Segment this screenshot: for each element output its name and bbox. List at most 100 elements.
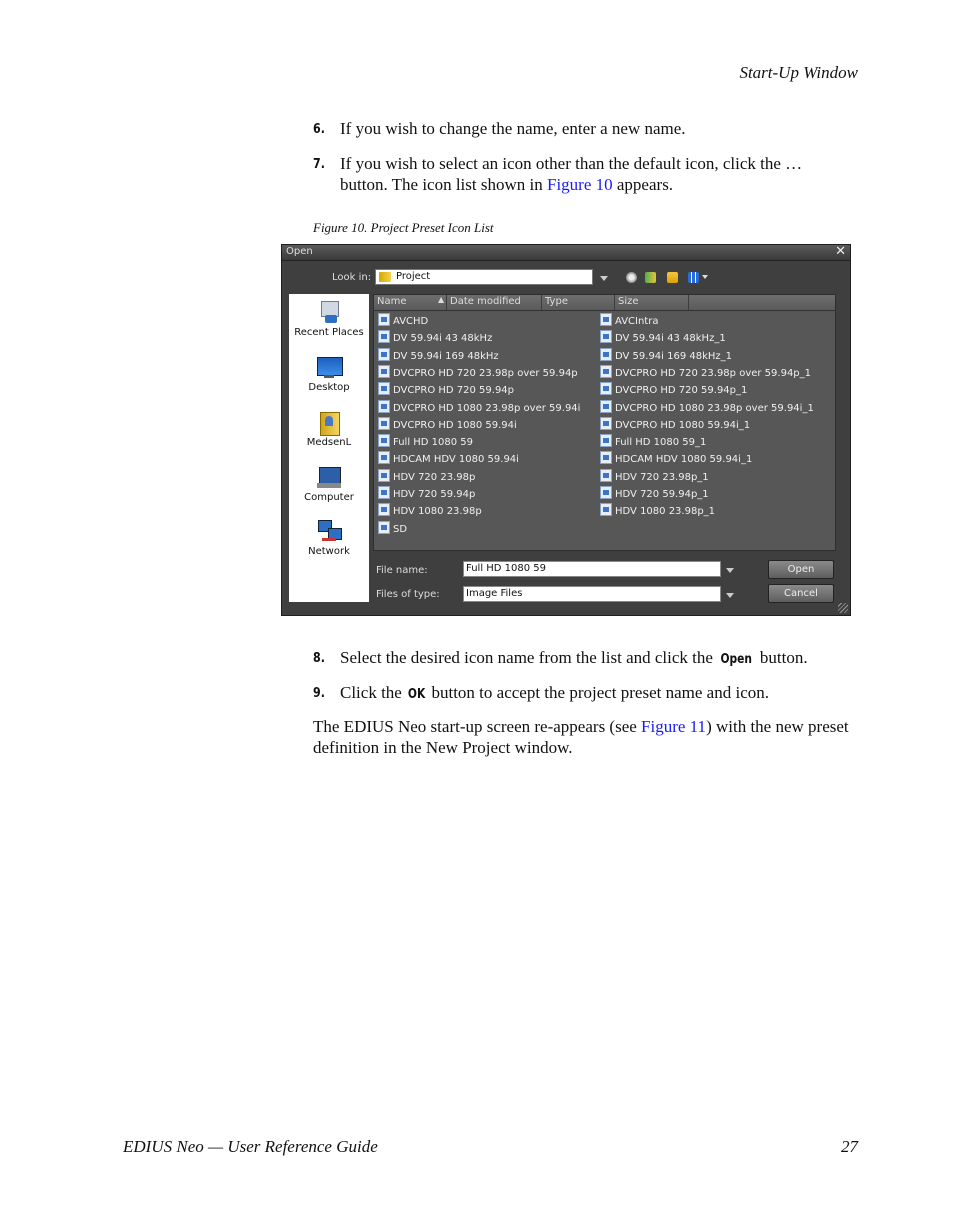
file-item[interactable]: HDV 1080 23.98p_1 bbox=[600, 503, 715, 520]
file-name: DVCPRO HD 720 23.98p over 59.94p bbox=[393, 367, 578, 379]
look-in-dropdown-icon[interactable] bbox=[600, 276, 608, 281]
file-name: HDCAM HDV 1080 59.94i_1 bbox=[615, 454, 753, 466]
file-item[interactable]: HDV 720 59.94p bbox=[378, 486, 475, 503]
open-button[interactable]: Open bbox=[768, 560, 834, 579]
column-divider[interactable] bbox=[688, 295, 689, 310]
file-name: Full HD 1080 59_1 bbox=[615, 437, 707, 449]
place-recent-places[interactable]: Recent Places bbox=[289, 299, 369, 338]
column-divider[interactable] bbox=[446, 295, 447, 310]
figure-caption: Figure 10. Project Preset Icon List bbox=[313, 220, 494, 235]
file-name: HDV 720 59.94p_1 bbox=[615, 489, 709, 500]
file-item[interactable]: DVCPRO HD 1080 59.94i bbox=[378, 416, 517, 434]
file-item[interactable]: DVCPRO HD 720 59.94p_1 bbox=[600, 382, 747, 399]
new-folder-icon[interactable] bbox=[667, 272, 678, 283]
preset-file-icon bbox=[600, 468, 612, 482]
place-network[interactable]: Network bbox=[289, 518, 369, 557]
place-computer[interactable]: Computer bbox=[289, 464, 369, 503]
file-item[interactable]: Full HD 1080 59_1 bbox=[600, 434, 706, 451]
preset-file-icon bbox=[600, 503, 612, 517]
file-item[interactable]: DV 59.94i 169 48kHz_1 bbox=[600, 347, 732, 365]
file-item[interactable]: DVCPRO HD 1080 59.94i_1 bbox=[600, 416, 750, 434]
file-name: DV 59.94i 169 48kHz bbox=[393, 350, 499, 362]
figure-11-link[interactable]: Figure 11 bbox=[641, 717, 706, 736]
file-list[interactable]: Name ▲ Date modified Type Size AVCHD DV 5… bbox=[373, 294, 836, 551]
view-dropdown-icon[interactable] bbox=[702, 275, 708, 279]
column-divider[interactable] bbox=[541, 295, 542, 310]
recent-places-icon bbox=[316, 299, 342, 325]
resize-grip-icon[interactable] bbox=[838, 603, 848, 613]
step-8: 8. Select the desired icon name from the… bbox=[313, 647, 843, 670]
step-text: Click the OK button to accept the projec… bbox=[340, 682, 843, 705]
file-item[interactable]: DV 59.94i 43 48kHz_1 bbox=[600, 330, 726, 347]
preset-file-icon bbox=[600, 313, 612, 326]
step-9: 9. Click the OK button to accept the pro… bbox=[313, 682, 843, 705]
preset-file-icon bbox=[378, 416, 390, 430]
cancel-button[interactable]: Cancel bbox=[768, 584, 834, 603]
step-number: 9. bbox=[313, 686, 325, 701]
back-icon[interactable] bbox=[626, 272, 637, 283]
file-name: Full HD 1080 59 bbox=[393, 437, 474, 449]
close-icon[interactable]: ✕ bbox=[835, 244, 846, 259]
file-item[interactable]: DV 59.94i 43 48kHz bbox=[378, 330, 492, 347]
step-text-start: Click the bbox=[340, 683, 407, 702]
open-dialog: Open ✕ Look in: Project Recent Places De… bbox=[281, 244, 851, 616]
network-icon bbox=[316, 518, 342, 544]
places-bar: Recent Places Desktop MedsenL Computer N… bbox=[289, 294, 369, 602]
file-name: HDCAM HDV 1080 59.94i bbox=[393, 454, 519, 466]
file-item[interactable]: DVCPRO HD 1080 23.98p over 59.94i bbox=[378, 399, 580, 417]
file-item[interactable]: AVCIntra bbox=[600, 313, 658, 330]
file-name-input[interactable]: Full HD 1080 59 bbox=[463, 561, 721, 577]
file-name: HDV 1080 23.98p_1 bbox=[615, 506, 716, 518]
figure-10-link[interactable]: Figure 10 bbox=[547, 175, 613, 194]
place-desktop[interactable]: Desktop bbox=[289, 354, 369, 393]
file-item[interactable]: HDCAM HDV 1080 59.94i bbox=[378, 451, 519, 468]
file-item[interactable]: HDV 720 23.98p bbox=[378, 468, 475, 486]
preset-file-icon bbox=[600, 330, 612, 344]
file-item[interactable]: DVCPRO HD 1080 23.98p over 59.94i_1 bbox=[600, 399, 814, 417]
preset-file-icon bbox=[378, 347, 390, 361]
column-divider[interactable] bbox=[614, 295, 615, 310]
place-user[interactable]: MedsenL bbox=[289, 409, 369, 448]
step-number: 8. bbox=[313, 651, 325, 666]
file-item[interactable]: DV 59.94i 169 48kHz bbox=[378, 347, 499, 365]
file-item[interactable]: DVCPRO HD 720 59.94p bbox=[378, 382, 514, 399]
file-item[interactable]: Full HD 1080 59 bbox=[378, 434, 473, 451]
file-name: AVCIntra bbox=[615, 316, 659, 327]
place-label: MedsenL bbox=[306, 437, 352, 448]
file-item[interactable]: HDV 1080 23.98p bbox=[378, 503, 482, 520]
view-menu-icon[interactable] bbox=[688, 272, 699, 283]
file-item[interactable]: SD bbox=[378, 520, 407, 538]
column-size[interactable]: Size bbox=[618, 296, 639, 307]
files-of-type-select[interactable]: Image Files bbox=[463, 586, 721, 602]
look-in-select[interactable]: Project bbox=[375, 269, 593, 285]
preset-file-icon bbox=[378, 330, 390, 344]
file-name: DV 59.94i 43 48kHz_1 bbox=[615, 333, 726, 345]
file-item[interactable]: HDV 720 23.98p_1 bbox=[600, 468, 709, 486]
preset-file-icon bbox=[378, 434, 390, 448]
file-name: HDV 1080 23.98p bbox=[393, 506, 482, 518]
preset-file-icon bbox=[378, 520, 390, 534]
step-text-start: Select the desired icon name from the li… bbox=[340, 648, 718, 667]
file-item[interactable]: HDV 720 59.94p_1 bbox=[600, 486, 709, 503]
preset-file-icon bbox=[600, 382, 612, 396]
step-number: 6. bbox=[313, 122, 325, 137]
preset-file-icon bbox=[378, 503, 390, 517]
preset-file-icon bbox=[378, 399, 390, 413]
up-folder-icon[interactable] bbox=[645, 272, 656, 283]
look-in-value: Project bbox=[396, 271, 431, 282]
file-name-dropdown-icon[interactable] bbox=[726, 568, 734, 573]
column-name[interactable]: Name bbox=[377, 296, 407, 307]
file-item[interactable]: AVCHD bbox=[378, 313, 428, 330]
file-item[interactable]: DVCPRO HD 720 23.98p over 59.94p_1 bbox=[600, 364, 811, 382]
column-type[interactable]: Type bbox=[545, 296, 568, 307]
file-item[interactable]: DVCPRO HD 720 23.98p over 59.94p bbox=[378, 364, 578, 382]
step-text: If you wish to change the name, enter a … bbox=[340, 119, 686, 138]
files-of-type-dropdown-icon[interactable] bbox=[726, 593, 734, 598]
file-item[interactable]: HDCAM HDV 1080 59.94i_1 bbox=[600, 451, 752, 468]
column-date-modified[interactable]: Date modified bbox=[450, 296, 521, 307]
step-number: 7. bbox=[313, 157, 325, 172]
look-in-label: Look in: bbox=[332, 272, 372, 283]
step-7: 7. If you wish to select an icon other t… bbox=[313, 153, 843, 195]
dialog-titlebar: Open ✕ bbox=[282, 244, 850, 261]
preset-file-icon bbox=[378, 382, 390, 396]
